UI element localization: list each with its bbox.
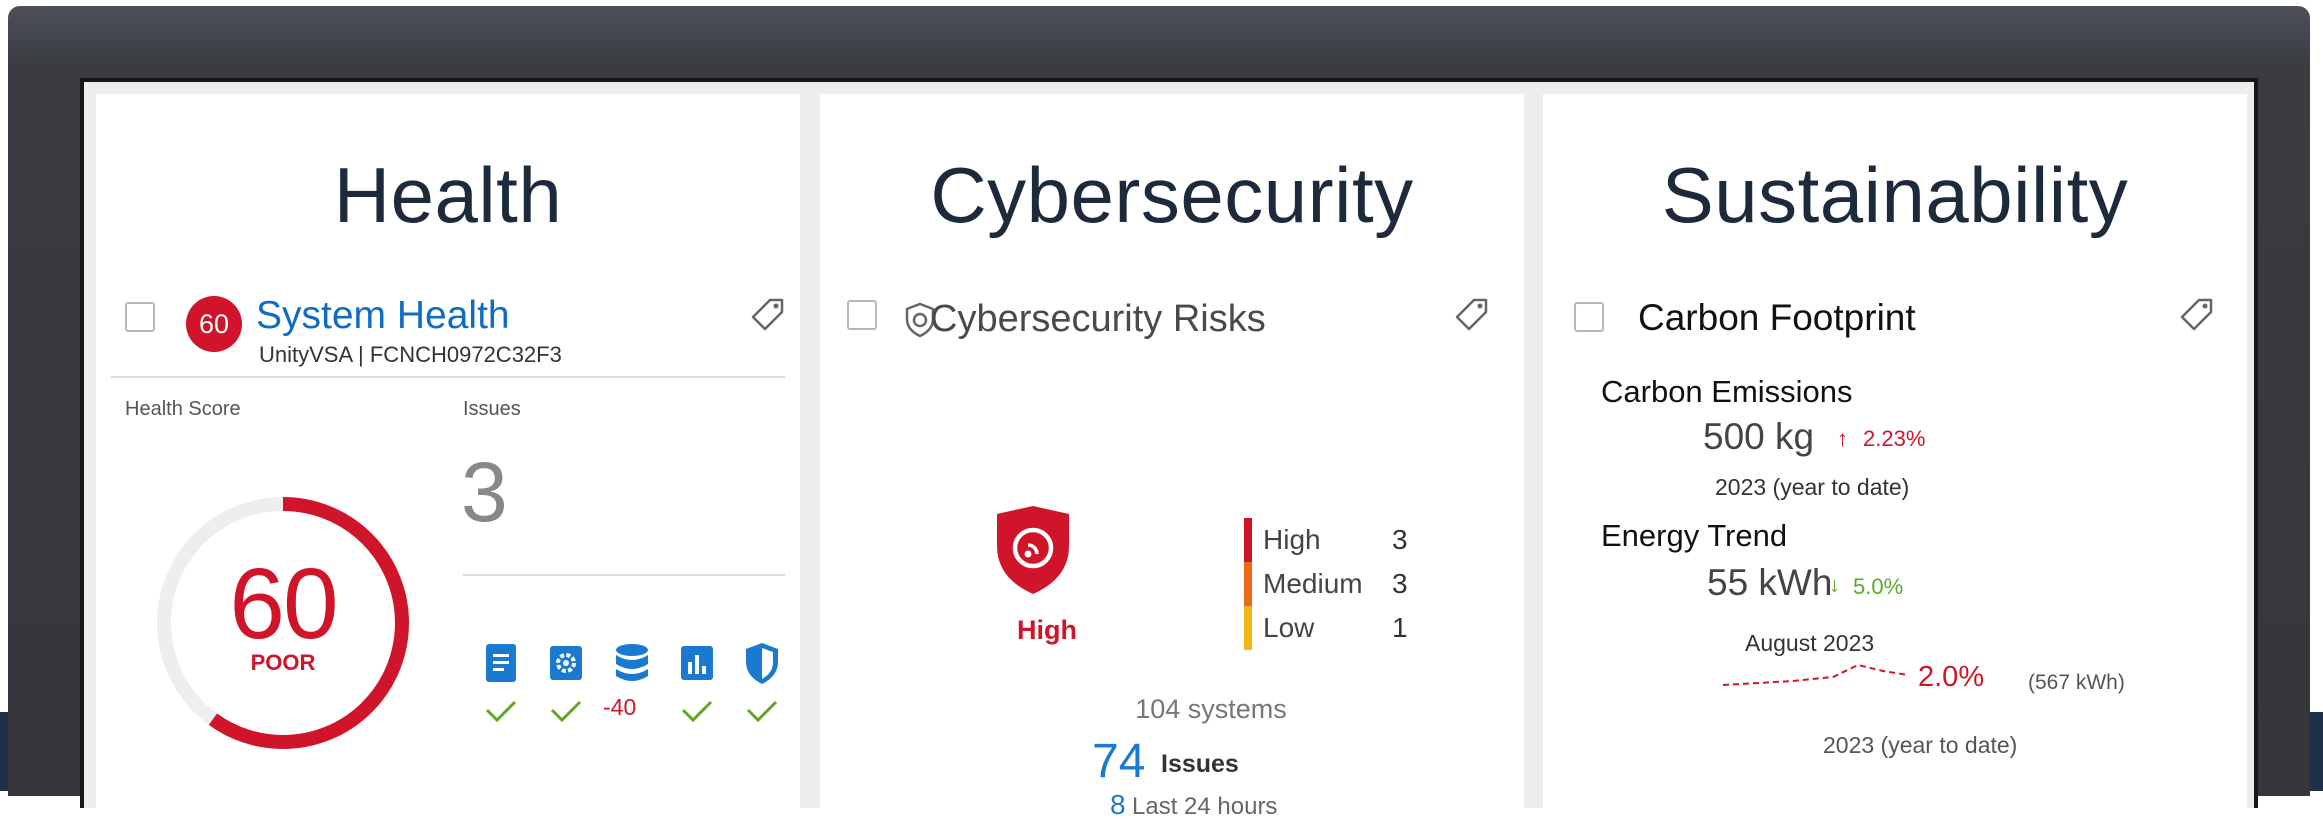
emissions-change: 2.23% (1863, 426, 1926, 451)
shield-icon[interactable] (742, 640, 782, 686)
energy-value[interactable]: 55 kWh (1707, 562, 1832, 604)
system-health-title[interactable]: System Health (256, 294, 510, 338)
risk-level-medium: Medium (1263, 568, 1363, 599)
energy-trend-label: Energy Trend (1601, 518, 1788, 553)
check-icon (550, 700, 582, 723)
health-heading: Health (333, 151, 563, 239)
carbon-footprint-checkbox[interactable] (1574, 302, 1604, 332)
gauge-value: 60 (229, 548, 338, 660)
cybersecurity-risks-title[interactable]: Cybersecurity Risks (930, 298, 1266, 341)
cybersecurity-panel: Cybersecurity Cybersecurity Risks High H… (820, 94, 1524, 820)
cyber-issues-count[interactable]: 74 (1092, 734, 1145, 789)
gauge-rating: POOR (250, 650, 316, 675)
arrow-up-icon: ↑ (1837, 426, 1848, 451)
monitor-bezel: Health 60 System Health UnityVSA | FCNCH… (8, 6, 2310, 820)
cybersecurity-checkbox[interactable] (847, 300, 877, 330)
energy-month: August 2023 (1745, 630, 1875, 656)
risk-count-medium[interactable]: 3 (1392, 568, 1408, 600)
health-panel: Health 60 System Health UnityVSA | FCNCH… (96, 94, 800, 814)
sustainability-panel: Sustainability Carbon Footprint Carbon E… (1543, 94, 2247, 814)
energy-trend-kwh: (567 kWh) (2028, 671, 2125, 694)
risk-bar-high (1244, 518, 1252, 562)
carbon-emissions-label: Carbon Emissions (1601, 374, 1853, 409)
document-icon[interactable] (481, 640, 521, 686)
risk-shield-icon (997, 506, 1069, 594)
risk-level-low: Low (1263, 612, 1315, 643)
energy-trend-sparkline (1723, 663, 1909, 686)
energy-change: 5.0% (1853, 574, 1904, 599)
cybersecurity-heading: Cybersecurity (930, 151, 1414, 239)
arrow-down-icon: ↓ (1829, 572, 1840, 597)
gear-icon[interactable] (546, 640, 586, 686)
sustainability-heading: Sustainability (1661, 151, 2129, 239)
tag-icon[interactable] (1452, 294, 1492, 334)
system-health-subtitle: UnityVSA | FCNCH0972C32F3 (259, 342, 562, 367)
page-background: Health 60 System Health UnityVSA | FCNCH… (0, 0, 2323, 820)
check-icon (746, 700, 778, 723)
database-icon[interactable] (612, 640, 652, 686)
dashboard-screen: Health 60 System Health UnityVSA | FCNCH… (80, 78, 2258, 820)
issues-count[interactable]: 3 (461, 444, 508, 541)
health-score-badge: 60 (186, 296, 242, 352)
bar-chart-icon[interactable] (677, 640, 717, 686)
check-icon (485, 700, 517, 723)
carbon-emissions-value[interactable]: 500 kg (1703, 416, 1814, 458)
cyber-issues-label: Issues (1161, 750, 1239, 778)
issues-divider (463, 574, 785, 576)
tag-icon[interactable] (2177, 294, 2217, 334)
risk-bar-low (1244, 606, 1252, 650)
issues-label: Issues (463, 398, 521, 420)
card-divider (111, 376, 785, 378)
energy-trend-percent: 2.0% (1918, 661, 1985, 693)
tag-icon[interactable] (748, 294, 788, 334)
health-score-label: Health Score (125, 398, 241, 420)
check-icon (681, 700, 713, 723)
overall-risk-label: High (1017, 615, 1077, 645)
carbon-footprint-title[interactable]: Carbon Footprint (1638, 297, 1916, 339)
risk-count-low[interactable]: 1 (1392, 612, 1408, 644)
risk-level-high: High (1263, 524, 1321, 555)
recent-issues-count[interactable]: 8 (1110, 789, 1126, 821)
database-status-value: -40 (603, 694, 637, 720)
system-health-checkbox[interactable] (125, 302, 155, 332)
risk-count-high[interactable]: 3 (1392, 524, 1408, 556)
emissions-period: 2023 (year to date) (1715, 474, 1910, 500)
recent-issues-label: Last 24 hours (1132, 793, 1278, 820)
systems-count: 104 systems (1135, 694, 1287, 724)
energy-period: 2023 (year to date) (1823, 732, 2018, 758)
risk-bar-medium (1244, 562, 1252, 606)
